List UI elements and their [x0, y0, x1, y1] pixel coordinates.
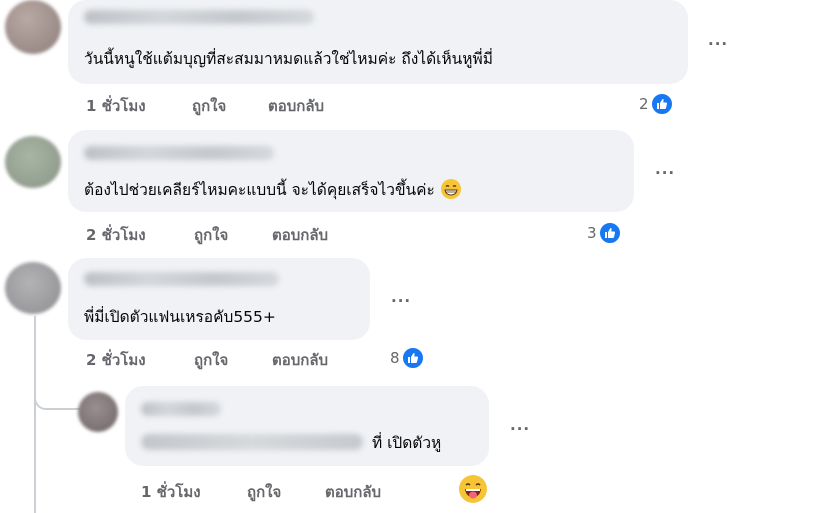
- reaction-count-value: 3: [587, 224, 597, 242]
- reaction-count[interactable]: 2: [639, 92, 674, 116]
- more-options-button[interactable]: ...: [708, 31, 728, 49]
- reaction-count-value: 2: [639, 95, 649, 113]
- author-name-blurred[interactable]: [84, 10, 314, 24]
- reaction-count[interactable]: 8: [390, 346, 425, 370]
- like-icon: [649, 92, 674, 116]
- mention-blurred[interactable]: [141, 434, 363, 450]
- like-button[interactable]: ถูกใจ: [247, 480, 281, 504]
- reply-button[interactable]: ตอบกลับ: [272, 348, 328, 372]
- avatar[interactable]: [78, 392, 118, 432]
- like-icon: [597, 221, 622, 245]
- tongue-out-emoji[interactable]: [458, 474, 488, 504]
- like-button[interactable]: ถูกใจ: [192, 94, 226, 118]
- more-options-button[interactable]: ...: [510, 416, 530, 434]
- comment-bubble: วันนี้หนูใช้แต้มบุญที่สะสมมาหมดแล้วใช่ไห…: [68, 0, 688, 84]
- avatar[interactable]: [5, 0, 61, 54]
- grinning-emoji: [440, 178, 462, 200]
- comment-text: ต้องไปช่วยเคลียร์ไหมคะแบบนี้ จะได้คุยเสร…: [84, 177, 462, 202]
- timestamp[interactable]: 2 ชั่วโมง: [86, 348, 146, 372]
- reaction-count[interactable]: 3: [587, 221, 622, 245]
- timestamp[interactable]: 1 ชั่วโมง: [141, 480, 201, 504]
- reply-button[interactable]: ตอบกลับ: [325, 480, 381, 504]
- reaction-count-value: 8: [390, 349, 400, 367]
- author-name-blurred[interactable]: [141, 402, 221, 416]
- timestamp[interactable]: 2 ชั่วโมง: [86, 223, 146, 247]
- timestamp[interactable]: 1 ชั่วโมง: [86, 94, 146, 118]
- avatar[interactable]: [5, 262, 61, 314]
- author-name-blurred[interactable]: [84, 272, 279, 286]
- like-icon: [400, 346, 425, 370]
- reply-connector: [34, 380, 80, 410]
- comment-bubble: ต้องไปช่วยเคลียร์ไหมคะแบบนี้ จะได้คุยเสร…: [68, 130, 634, 212]
- reply-button[interactable]: ตอบกลับ: [268, 94, 324, 118]
- more-options-button[interactable]: ...: [655, 160, 675, 178]
- comment-bubble: พี่มี่เปิดตัวแฟนเหรอคับ555+: [68, 258, 370, 340]
- thread-line: [34, 316, 36, 513]
- comment-text: วันนี้หนูใช้แต้มบุญที่สะสมมาหมดแล้วใช่ไห…: [84, 50, 493, 68]
- reply-button[interactable]: ตอบกลับ: [272, 223, 328, 247]
- comment-text: พี่มี่เปิดตัวแฟนเหรอคับ555+: [84, 308, 276, 326]
- author-name-blurred[interactable]: [84, 146, 274, 160]
- more-options-button[interactable]: ...: [391, 288, 411, 306]
- comment-text: ที่ เปิดตัวหู: [141, 430, 441, 455]
- reply-bubble: ที่ เปิดตัวหู: [125, 386, 489, 466]
- like-button[interactable]: ถูกใจ: [194, 348, 228, 372]
- like-button[interactable]: ถูกใจ: [194, 223, 228, 247]
- avatar[interactable]: [5, 136, 61, 188]
